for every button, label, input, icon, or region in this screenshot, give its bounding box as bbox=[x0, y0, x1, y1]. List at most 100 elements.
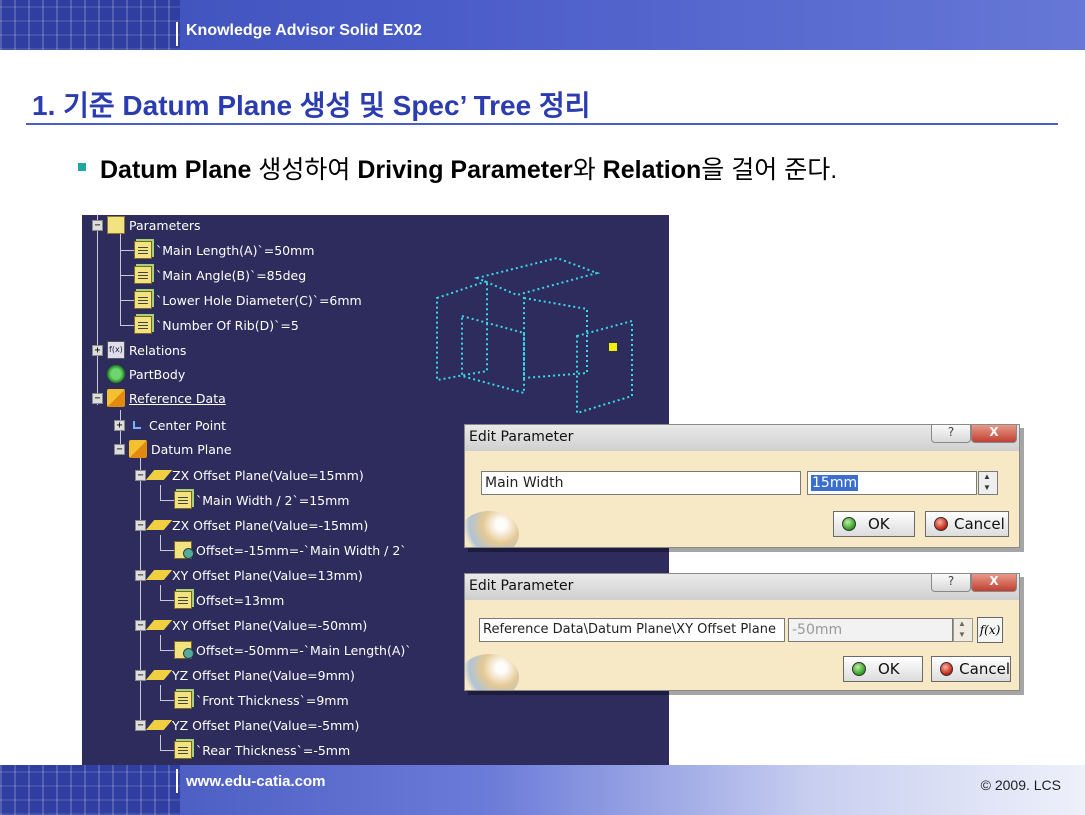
parameter-name-field[interactable]: Reference Data\Datum Plane\XY Offset Pla… bbox=[479, 618, 785, 642]
tree-node-parameter[interactable]: `Number Of Rib(D)`=5 bbox=[134, 315, 299, 335]
header-title: Knowledge Advisor Solid EX02 bbox=[186, 22, 422, 39]
tree-line bbox=[160, 700, 174, 701]
collapse-icon[interactable]: − bbox=[135, 719, 146, 731]
partbody-icon bbox=[107, 365, 125, 383]
parameter-icon bbox=[134, 291, 152, 309]
plane-icon bbox=[145, 670, 173, 680]
dialog-titlebar[interactable]: Edit Parameter ? X bbox=[465, 574, 1019, 600]
tree-node-parameter[interactable]: `Main Length(A)`=50mm bbox=[134, 240, 314, 260]
dialog-titlebar[interactable]: Edit Parameter ? X bbox=[465, 425, 1019, 451]
formula-button[interactable]: f(x) bbox=[977, 617, 1003, 643]
tree-line bbox=[160, 535, 161, 550]
catia-logo-swirl bbox=[465, 654, 519, 690]
tree-node-partbody[interactable]: PartBody bbox=[107, 364, 185, 384]
help-button[interactable]: ? bbox=[931, 574, 971, 592]
geometrical-set-icon bbox=[129, 440, 147, 458]
ok-button[interactable]: OK bbox=[833, 511, 915, 537]
tree-node-parameter[interactable]: `Main Angle(B)`=85deg bbox=[134, 265, 306, 285]
tree-node-formula[interactable]: `Main Width / 2`=15mm bbox=[174, 490, 349, 510]
tree-node-parameter[interactable]: `Lower Hole Diameter(C)`=6mm bbox=[134, 290, 362, 310]
ok-icon bbox=[842, 517, 856, 531]
ok-icon bbox=[852, 662, 866, 676]
parameter-icon bbox=[174, 491, 192, 509]
value-spinner[interactable] bbox=[953, 618, 973, 642]
edit-parameter-dialog-2: Edit Parameter ? X Reference Data\Datum … bbox=[464, 573, 1020, 691]
collapse-icon[interactable]: − bbox=[135, 619, 146, 631]
tree-node-formula[interactable]: `Front Thickness`=9mm bbox=[174, 690, 349, 710]
relations-icon bbox=[107, 341, 125, 359]
tree-node-formula[interactable]: Offset=-15mm=-`Main Width / 2` bbox=[174, 540, 407, 560]
tree-node-label: YZ Offset Plane(Value=-5mm) bbox=[172, 717, 360, 733]
collapse-icon[interactable]: − bbox=[92, 219, 103, 231]
zx-plane-left[interactable] bbox=[436, 279, 488, 382]
header-band: Knowledge Advisor Solid EX02 bbox=[0, 0, 1085, 50]
cancel-button[interactable]: Cancel bbox=[925, 511, 1009, 537]
yz-plane-front[interactable] bbox=[461, 314, 525, 395]
tree-node-plane[interactable]: − ZX Offset Plane(Value=-15mm) bbox=[135, 515, 368, 535]
collapse-icon[interactable]: − bbox=[114, 443, 125, 455]
dialog-title: Edit Parameter bbox=[469, 429, 574, 445]
tree-line bbox=[160, 500, 174, 501]
center-point-marker[interactable] bbox=[609, 343, 617, 351]
tree-node-reference-data[interactable]: − Reference Data bbox=[92, 388, 226, 408]
tree-line bbox=[160, 750, 174, 751]
help-button[interactable]: ? bbox=[931, 425, 971, 443]
close-button[interactable]: X bbox=[971, 425, 1017, 443]
cancel-button[interactable]: Cancel bbox=[931, 656, 1011, 682]
tree-node-label: Offset=13mm bbox=[196, 592, 285, 608]
tree-node-relations[interactable]: + Relations bbox=[92, 340, 186, 360]
xy-plane-top[interactable] bbox=[473, 256, 601, 297]
plane-icon bbox=[145, 620, 173, 630]
tree-node-center-point[interactable]: + Center Point bbox=[114, 415, 226, 435]
cancel-label: Cancel bbox=[959, 660, 1010, 678]
formula-icon bbox=[174, 641, 194, 659]
tree-line bbox=[160, 685, 161, 700]
tree-node-formula[interactable]: `Rear Thickness`=-5mm bbox=[174, 740, 350, 760]
bullet-part-2: 생성하여 bbox=[251, 156, 358, 184]
parameter-name-field[interactable]: Main Width bbox=[481, 471, 801, 495]
tree-node-formula[interactable]: Offset=13mm bbox=[174, 590, 284, 610]
ok-label: OK bbox=[868, 515, 890, 533]
tree-node-plane[interactable]: − YZ Offset Plane(Value=9mm) bbox=[135, 665, 355, 685]
tree-line bbox=[160, 735, 161, 750]
tree-node-plane[interactable]: − ZX Offset Plane(Value=15mm) bbox=[135, 465, 364, 485]
close-button[interactable]: X bbox=[971, 574, 1017, 592]
tree-node-label: `Front Thickness`=9mm bbox=[196, 692, 349, 708]
tree-line bbox=[160, 550, 174, 551]
bullet-icon bbox=[78, 163, 86, 172]
collapse-icon[interactable]: − bbox=[135, 519, 146, 531]
zx-plane-right[interactable] bbox=[576, 319, 633, 415]
expand-icon[interactable]: + bbox=[114, 419, 125, 431]
parameter-value-field[interactable]: 15mm bbox=[807, 471, 977, 495]
header-divider bbox=[176, 22, 178, 46]
title-divider bbox=[26, 123, 1058, 125]
tree-node-plane[interactable]: − YZ Offset Plane(Value=-5mm) bbox=[135, 715, 359, 735]
collapse-icon[interactable]: − bbox=[135, 569, 146, 581]
expand-icon[interactable]: + bbox=[92, 344, 103, 356]
tree-node-label: `Lower Hole Diameter(C)`=6mm bbox=[156, 292, 362, 308]
collapse-icon[interactable]: − bbox=[92, 392, 103, 404]
ok-button[interactable]: OK bbox=[843, 656, 923, 682]
copyright-text: © 2009. LCS bbox=[980, 777, 1061, 793]
tree-node-parameters[interactable]: − Parameters bbox=[92, 215, 201, 235]
collapse-icon[interactable]: − bbox=[135, 669, 146, 681]
tree-node-label: Datum Plane bbox=[151, 441, 232, 457]
tree-node-label: Reference Data bbox=[129, 390, 226, 406]
parameter-value-field[interactable]: -50mm bbox=[788, 618, 953, 642]
footer-pattern bbox=[0, 765, 180, 815]
tree-node-datum-plane[interactable]: − Datum Plane bbox=[114, 439, 232, 459]
parameters-icon bbox=[107, 216, 125, 234]
tree-line bbox=[120, 325, 134, 326]
tree-line bbox=[160, 600, 174, 601]
tree-node-plane[interactable]: − XY Offset Plane(Value=-50mm) bbox=[135, 615, 367, 635]
plane-icon bbox=[145, 470, 173, 480]
bullet-part-5: Relation bbox=[602, 156, 702, 184]
value-spinner[interactable] bbox=[978, 471, 998, 495]
tree-node-formula[interactable]: Offset=-50mm=-`Main Length(A)` bbox=[174, 640, 412, 660]
datum-planes-viewport[interactable] bbox=[432, 253, 662, 433]
tree-node-plane[interactable]: − XY Offset Plane(Value=13mm) bbox=[135, 565, 363, 585]
parameter-name-value: Reference Data\Datum Plane\XY Offset Pla… bbox=[483, 622, 776, 637]
ok-label: OK bbox=[878, 660, 900, 678]
website-link[interactable]: www.edu-catia.com bbox=[186, 773, 325, 790]
collapse-icon[interactable]: − bbox=[135, 469, 146, 481]
